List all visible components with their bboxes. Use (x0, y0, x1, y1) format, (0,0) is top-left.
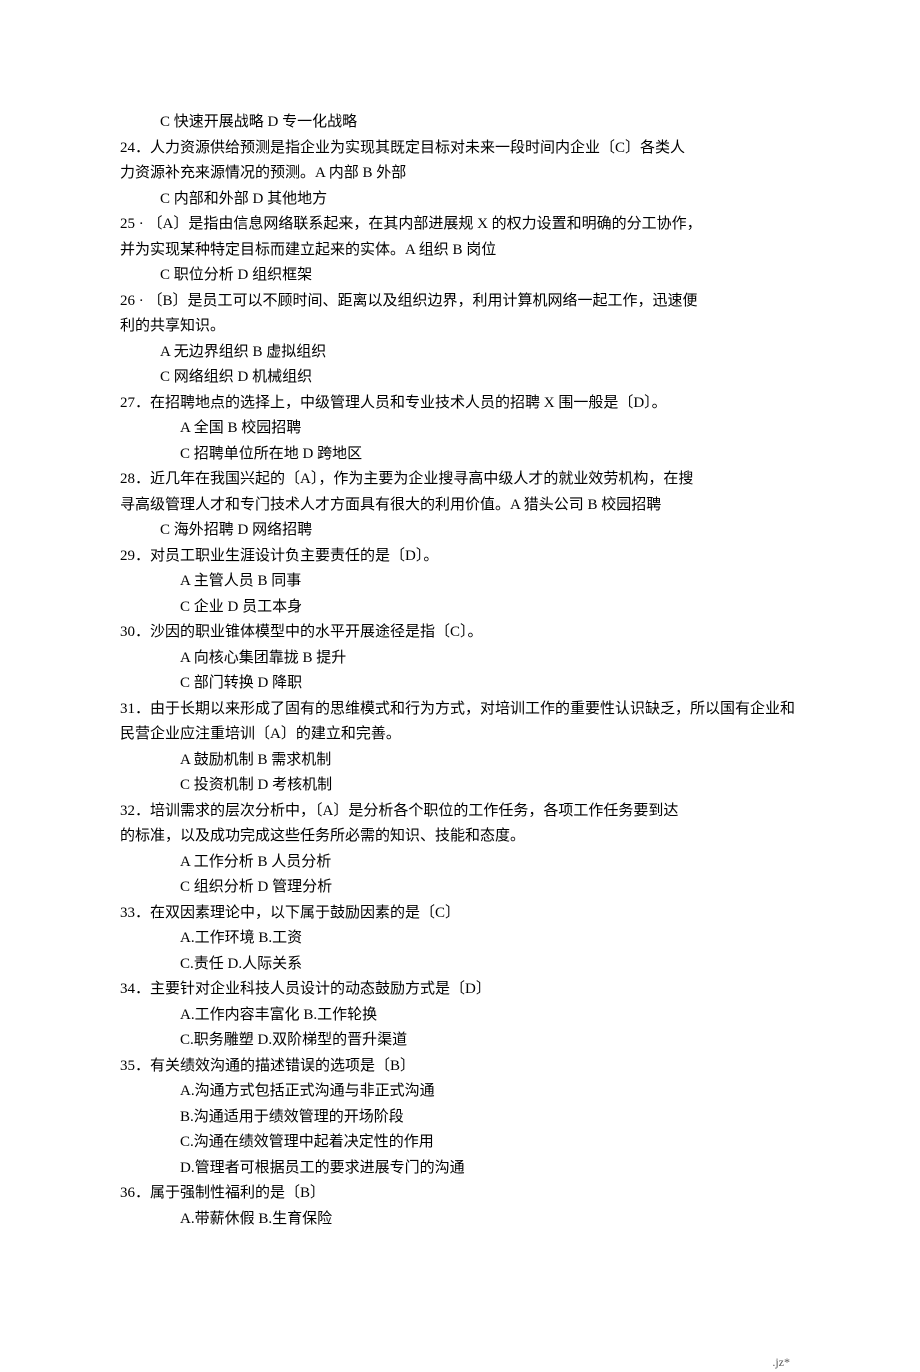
text-line: 30．沙因的职业锥体模型中的水平开展途径是指〔C〕。 (120, 620, 800, 646)
text-line: 27．在招聘地点的选择上，中级管理人员和专业技术人员的招聘 X 围一般是〔D〕。 (120, 391, 800, 417)
text-line: C.沟通在绩效管理中起着决定性的作用 (120, 1130, 800, 1156)
text-line: 24．人力资源供给预测是指企业为实现其既定目标对未来一段时间内企业〔C〕各类人 (120, 136, 800, 162)
text-line: C 职位分析 D 组织框架 (120, 263, 800, 289)
text-line: 28．近几年在我国兴起的〔A〕，作为主要为企业搜寻高中级人才的就业效劳机构，在搜 (120, 467, 800, 493)
text-line: 29．对员工职业生涯设计负主要责任的是〔D〕。 (120, 544, 800, 570)
text-line: A 向核心集团靠拢 B 提升 (120, 646, 800, 672)
text-line: 26 · 〔B〕是员工可以不顾时间、距离以及组织边界，利用计算机网络一起工作，迅… (120, 289, 800, 315)
text-line: A 全国 B 校园招聘 (120, 416, 800, 442)
text-line: A.工作内容丰富化 B.工作轮换 (120, 1003, 800, 1029)
text-line: C 网络组织 D 机械组织 (120, 365, 800, 391)
text-line: C 组织分析 D 管理分析 (120, 875, 800, 901)
text-line: B.沟通适用于绩效管理的开场阶段 (120, 1105, 800, 1131)
text-line: A 无边界组织 B 虚拟组织 (120, 340, 800, 366)
text-line: A 工作分析 B 人员分析 (120, 850, 800, 876)
text-line: C 快速开展战略 D 专一化战略 (120, 110, 800, 136)
text-line: A 鼓励机制 B 需求机制 (120, 748, 800, 774)
text-line: C 部门转换 D 降职 (120, 671, 800, 697)
text-line: C 海外招聘 D 网络招聘 (120, 518, 800, 544)
text-line: A.沟通方式包括正式沟通与非正式沟通 (120, 1079, 800, 1105)
text-line: 35．有关绩效沟通的描述错误的选项是〔B〕 (120, 1054, 800, 1080)
text-line: 31．由于长期以来形成了固有的思维模式和行为方式，对培训工作的重要性认识缺乏，所… (120, 697, 800, 723)
page-footer: .jz* (0, 1312, 920, 1372)
text-line: 利的共享知识。 (120, 314, 800, 340)
text-line: C.职务雕塑 D.双阶梯型的晋升渠道 (120, 1028, 800, 1054)
text-line: C 内部和外部 D 其他地方 (120, 187, 800, 213)
text-line: 力资源补充来源情况的预测。A 内部 B 外部 (120, 161, 800, 187)
text-line: C 企业 D 员工本身 (120, 595, 800, 621)
text-line: C.责任 D.人际关系 (120, 952, 800, 978)
text-line: A 主管人员 B 同事 (120, 569, 800, 595)
text-line: 33．在双因素理论中，以下属于鼓励因素的是〔C〕 (120, 901, 800, 927)
text-line: C 投资机制 D 考核机制 (120, 773, 800, 799)
text-line: 36．属于强制性福利的是〔B〕 (120, 1181, 800, 1207)
document-page: C 快速开展战略 D 专一化战略24．人力资源供给预测是指企业为实现其既定目标对… (0, 0, 920, 1312)
text-line: D.管理者可根据员工的要求进展专门的沟通 (120, 1156, 800, 1182)
text-line: 并为实现某种特定目标而建立起来的实体。A 组织 B 岗位 (120, 238, 800, 264)
text-line: 32．培训需求的层次分析中，〔A〕是分析各个职位的工作任务，各项工作任务要到达 (120, 799, 800, 825)
text-line: 25 · 〔A〕是指由信息网络联系起来，在其内部进展规 X 的权力设置和明确的分… (120, 212, 800, 238)
text-line: 民营企业应注重培训〔A〕的建立和完善。 (120, 722, 800, 748)
text-line: 34．主要针对企业科技人员设计的动态鼓励方式是〔D〕 (120, 977, 800, 1003)
text-line: C 招聘单位所在地 D 跨地区 (120, 442, 800, 468)
text-line: A.工作环境 B.工资 (120, 926, 800, 952)
text-line: 的标准，以及成功完成这些任务所必需的知识、技能和态度。 (120, 824, 800, 850)
content-body: C 快速开展战略 D 专一化战略24．人力资源供给预测是指企业为实现其既定目标对… (120, 110, 800, 1232)
text-line: 寻高级管理人才和专门技术人才方面具有很大的利用价值。A 猎头公司 B 校园招聘 (120, 493, 800, 519)
text-line: A.带薪休假 B.生育保险 (120, 1207, 800, 1233)
